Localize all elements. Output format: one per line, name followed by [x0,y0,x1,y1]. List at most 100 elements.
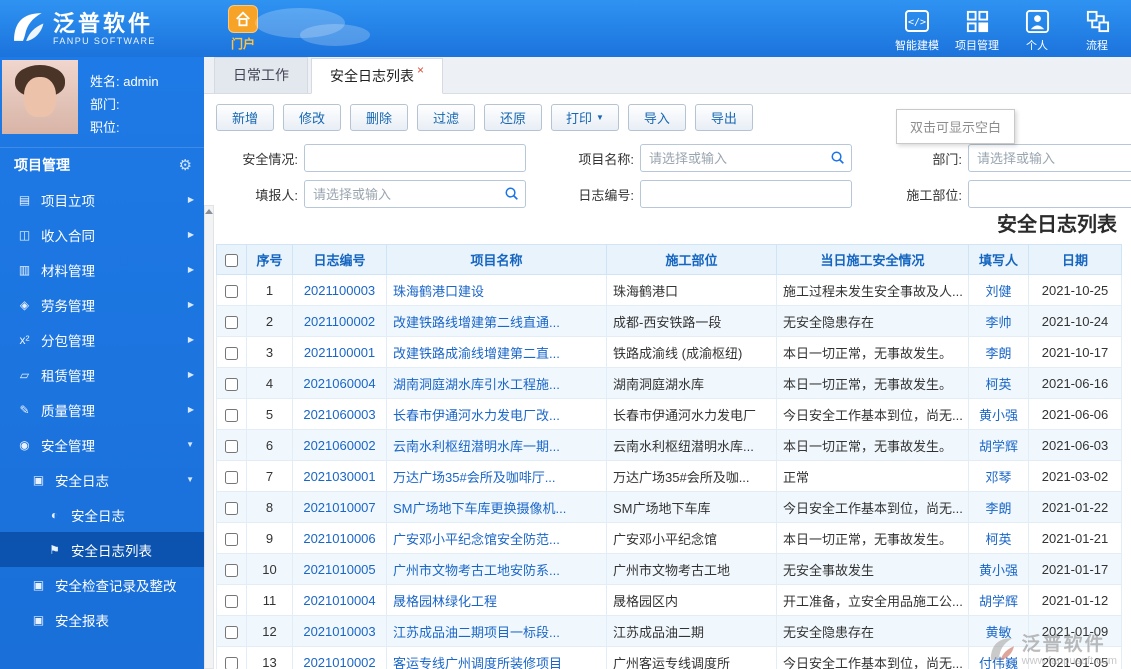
select-all-checkbox[interactable] [225,254,238,268]
sidebar-item-1[interactable]: ◫ 收入合同 ▶ [0,217,204,252]
filter-input[interactable] [304,144,526,172]
row-checkbox[interactable] [225,439,238,453]
log-code-link[interactable]: 2021100003 [304,283,375,298]
writer-cell: 李帅 [968,305,1029,337]
writer-link[interactable]: 李帅 [985,315,1011,330]
project-cell: 广安邓小平纪念馆安全防范... [386,522,607,554]
row-checkbox[interactable] [225,594,238,608]
project-link[interactable]: 改建铁路成渝线增建第二直... [393,346,560,361]
close-icon[interactable]: × [417,63,424,77]
row-checkbox[interactable] [225,532,238,546]
writer-link[interactable]: 付伟巍 [979,656,1018,669]
sidebar-item-8[interactable]: ▣ 安全日志 ▼ [0,462,204,497]
search-icon[interactable] [504,186,519,204]
row-checkbox[interactable] [225,563,238,577]
filter-input[interactable] [640,144,852,172]
nav-item-modeling[interactable]: </> 智能建模 [887,5,947,53]
project-link[interactable]: 广安邓小平纪念馆安全防范... [393,532,560,547]
sidebar-item-10[interactable]: ⚑ 安全日志列表 [0,532,204,567]
nav-item-project[interactable]: 项目管理 [947,5,1007,53]
project-link[interactable]: 晟格园林绿化工程 [393,594,497,609]
log-code-link[interactable]: 2021010003 [303,624,375,639]
toolbar-button-0[interactable]: 新增 [216,103,274,131]
filter-input[interactable] [968,144,1131,172]
filter-input[interactable] [640,180,852,208]
project-link[interactable]: SM广场地下车库更换摄像机... [393,501,566,516]
log-code-link[interactable]: 2021010005 [303,562,375,577]
project-link[interactable]: 云南水利枢纽潜明水库一期... [393,439,560,454]
row-checkbox[interactable] [225,315,238,329]
writer-link[interactable]: 柯英 [985,532,1011,547]
log-code-link[interactable]: 2021010006 [303,531,375,546]
filter-input[interactable] [304,180,526,208]
writer-link[interactable]: 胡学辉 [979,439,1018,454]
nav-item-personal[interactable]: 个人 [1007,5,1067,53]
writer-link[interactable]: 柯英 [985,377,1011,392]
sidebar-scrollbar[interactable] [204,205,214,669]
log-code-link[interactable]: 2021060002 [303,438,375,453]
writer-link[interactable]: 刘健 [985,284,1011,299]
writer-link[interactable]: 李朗 [985,346,1011,361]
writer-link[interactable]: 胡学辉 [979,594,1018,609]
status-cell: 施工过程未发生安全事故及人... [776,274,969,306]
log-code-link[interactable]: 2021010002 [303,655,375,669]
sidebar-item-12[interactable]: ▣ 安全报表 [0,602,204,637]
writer-link[interactable]: 黄小强 [979,563,1018,578]
gear-icon[interactable]: ⚙ [179,156,192,174]
sidebar-item-5[interactable]: ▱ 租赁管理 ▶ [0,357,204,392]
log-code-link[interactable]: 2021060004 [303,376,375,391]
project-link[interactable]: 江苏成品油二期项目一标段... [393,625,560,640]
search-icon[interactable] [830,150,845,168]
log-code-link[interactable]: 2021030001 [303,469,375,484]
row-checkbox[interactable] [225,346,238,360]
log-code-link[interactable]: 2021010007 [303,500,375,515]
sidebar-item-4[interactable]: x² 分包管理 ▶ [0,322,204,357]
project-link[interactable]: 客运专线广州调度所装修项目 [393,656,562,669]
sidebar-item-3[interactable]: ◈ 劳务管理 ▶ [0,287,204,322]
filter-input[interactable] [968,180,1131,208]
row-checkbox[interactable] [225,625,238,639]
chevron-down-icon: ▼ [596,112,604,122]
nav-item-workflow[interactable]: 流程 [1067,5,1127,53]
sidebar-item-11[interactable]: ▣ 安全检查记录及整改 [0,567,204,602]
project-link[interactable]: 长春市伊通河水力发电厂改... [393,408,560,423]
toolbar-button-3[interactable]: 过滤 [417,103,475,131]
sidebar-item-0[interactable]: ▤ 项目立项 ▶ [0,182,204,217]
project-link[interactable]: 改建铁路线增建第二线直通... [393,315,560,330]
toolbar-button-1[interactable]: 修改 [283,103,341,131]
log-code-link[interactable]: 2021060003 [303,407,375,422]
scroll-up-icon[interactable] [205,209,213,214]
sidebar-item-7[interactable]: ◉ 安全管理 ▼ [0,427,204,462]
project-link[interactable]: 广州市文物考古工地安防系... [393,563,560,578]
row-checkbox[interactable] [225,408,238,422]
log-code-link[interactable]: 2021100002 [304,314,375,329]
sidebar-item-9[interactable]: ◐ 安全日志 [0,497,204,532]
sidebar-item-2[interactable]: ▥ 材料管理 ▶ [0,252,204,287]
toolbar-button-2[interactable]: 删除 [350,103,408,131]
writer-link[interactable]: 黄敏 [985,625,1011,640]
row-checkbox[interactable] [225,501,238,515]
tab-0[interactable]: 日常工作 [214,57,308,93]
toolbar-button-5[interactable]: 打印 ▼ [551,103,619,131]
row-checkbox[interactable] [225,377,238,391]
tab-1[interactable]: 安全日志列表 × [311,58,444,94]
toolbar-button-6[interactable]: 导入 [627,103,686,131]
location-cell: 万达广场35#会所及咖... [606,460,777,492]
sidebar-menu: ▤ 项目立项 ▶ ◫ 收入合同 ▶ ▥ 材料管理 ▶ ◈ 劳务管理 ▶ x² 分包管理 ▶ ▱ 租赁管理 ▶ ✎ 质量… [0,182,204,637]
writer-link[interactable]: 李朗 [985,501,1011,516]
row-checkbox[interactable] [225,284,238,298]
row-checkbox[interactable] [225,656,238,669]
project-cell: 云南水利枢纽潜明水库一期... [386,429,607,461]
writer-link[interactable]: 黄小强 [979,408,1018,423]
toolbar-button-7[interactable]: 导出 [694,103,753,131]
sidebar-item-6[interactable]: ✎ 质量管理 ▶ [0,392,204,427]
log-code-link[interactable]: 2021010004 [303,593,375,608]
toolbar-button-4[interactable]: 还原 [484,103,542,131]
row-checkbox[interactable] [225,470,238,484]
project-link[interactable]: 珠海鹤港口建设 [393,284,484,299]
sidebar-item-label: 安全日志 [55,473,109,489]
project-link[interactable]: 湖南洞庭湖水库引水工程施... [393,377,560,392]
log-code-link[interactable]: 2021100001 [304,345,375,360]
writer-link[interactable]: 邓琴 [985,470,1011,485]
project-link[interactable]: 万达广场35#会所及咖啡厅... [393,470,556,485]
